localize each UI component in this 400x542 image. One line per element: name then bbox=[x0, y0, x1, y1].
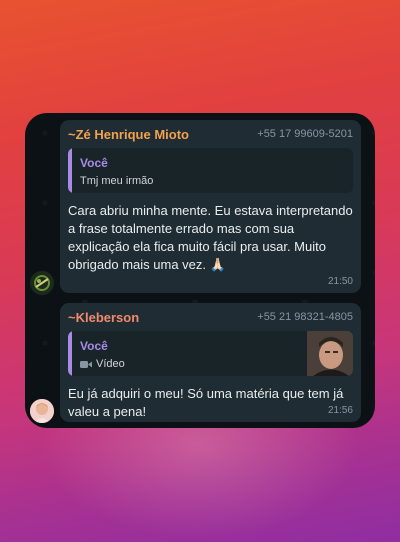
sender-name[interactable]: ~Zé Henrique Mioto bbox=[68, 127, 189, 142]
video-thumbnail[interactable] bbox=[307, 331, 353, 376]
quote-text: Tmj meu irmão bbox=[80, 175, 154, 187]
chat-screenshot-card: ~Zé Henrique Mioto +55 17 99609-5201 Voc… bbox=[25, 113, 375, 428]
quote-accent-bar bbox=[68, 148, 72, 193]
quote-accent-bar bbox=[68, 331, 72, 376]
sender-name[interactable]: ~Kleberson bbox=[68, 310, 139, 325]
avatar-image bbox=[30, 399, 54, 423]
avatar-image bbox=[30, 271, 54, 295]
avatar-kleberson[interactable] bbox=[30, 399, 54, 423]
video-camera-icon bbox=[80, 360, 92, 368]
message-text: Cara abriu minha mente. Eu estava interp… bbox=[68, 203, 353, 272]
message-text: Eu já adquiri o meu! Só uma matéria que … bbox=[68, 386, 344, 419]
sender-phone: +55 17 99609-5201 bbox=[257, 128, 353, 140]
quote-author: Você bbox=[80, 156, 108, 170]
message-time: 21:56 bbox=[327, 405, 353, 416]
quote-video-label: Vídeo bbox=[80, 358, 125, 370]
message-bubble[interactable]: ~Kleberson +55 21 98321-4805 Você Vídeo bbox=[60, 303, 361, 422]
message-bubble[interactable]: ~Zé Henrique Mioto +55 17 99609-5201 Voc… bbox=[60, 120, 361, 293]
video-thumbnail-image bbox=[307, 331, 353, 376]
quoted-message[interactable]: Você Tmj meu irmão bbox=[68, 148, 353, 193]
sender-phone: +55 21 98321-4805 bbox=[257, 311, 353, 323]
quote-author: Você bbox=[80, 339, 108, 353]
quoted-message[interactable]: Você Vídeo bbox=[68, 331, 353, 376]
message-time: 21:50 bbox=[327, 276, 353, 287]
quote-text: Vídeo bbox=[96, 358, 125, 370]
avatar-ze-henrique[interactable] bbox=[30, 271, 54, 295]
